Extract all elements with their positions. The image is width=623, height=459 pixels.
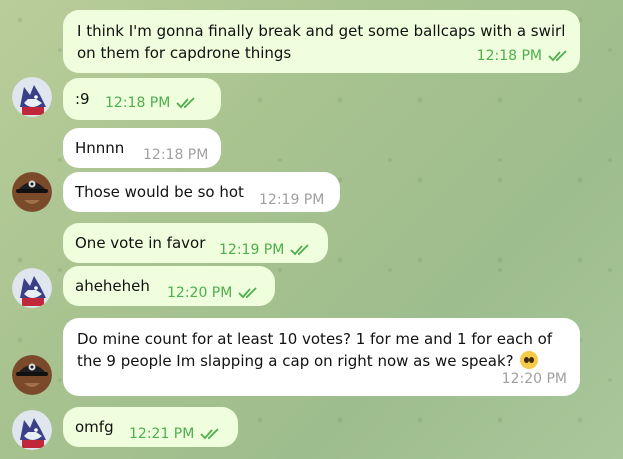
message-text: Those would be so hot — [75, 183, 244, 201]
double-check-icon — [200, 428, 219, 440]
wolf-avatar[interactable] — [12, 410, 52, 450]
message-text: :9 — [75, 90, 90, 108]
double-check-icon — [290, 244, 309, 256]
message-meta: 12:18 PM — [105, 92, 196, 114]
message-body: Do mine count for at least 10 votes? 1 f… — [77, 328, 566, 372]
pleading-face-icon — [520, 351, 539, 369]
message-bubble[interactable]: Those would be so hot 12:19 PM — [63, 172, 340, 212]
message-meta: 12:20 PM — [167, 282, 258, 304]
double-check-icon — [176, 97, 195, 109]
message-time: 12:20 PM — [501, 371, 567, 387]
message-text: Hnnnn — [75, 139, 125, 157]
message-text: aheheheh — [75, 277, 150, 295]
double-check-icon — [548, 50, 567, 62]
cap-avatar[interactable] — [12, 172, 52, 212]
message-time: 12:19 PM — [259, 192, 325, 208]
message-bubble[interactable]: :9 12:18 PM — [63, 78, 221, 120]
double-check-icon — [238, 287, 257, 299]
message-time: 12:19 PM — [219, 242, 285, 258]
message-bubble[interactable]: omfg 12:21 PM — [63, 407, 238, 447]
message-time: 12:18 PM — [476, 48, 542, 64]
message-bubble[interactable]: I think I'm gonna finally break and get … — [63, 10, 580, 73]
message-time: 12:18 PM — [143, 147, 209, 163]
message-bubble[interactable]: Hnnnn 12:18 PM — [63, 128, 221, 168]
message-meta: 12:19 PM — [259, 189, 324, 211]
message-meta: 12:19 PM — [219, 239, 310, 261]
message-meta: 12:18 PM — [477, 45, 568, 67]
message-bubble[interactable]: Do mine count for at least 10 votes? 1 f… — [63, 318, 580, 396]
message-time: 12:21 PM — [129, 426, 195, 442]
cap-avatar[interactable] — [12, 355, 52, 395]
message-meta: 12:21 PM — [129, 423, 220, 445]
message-bubble[interactable]: One vote in favor 12:19 PM — [63, 223, 328, 263]
message-text: omfg — [75, 418, 114, 436]
message-meta: 12:18 PM — [143, 144, 208, 166]
wolf-avatar[interactable] — [12, 268, 52, 308]
message-text: One vote in favor — [75, 234, 206, 252]
message-time: 12:20 PM — [167, 285, 233, 301]
message-bubble[interactable]: aheheheh 12:20 PM — [63, 266, 275, 306]
message-meta: 12:20 PM — [502, 368, 567, 390]
message-text: Do mine count for at least 10 votes? 1 f… — [77, 330, 553, 370]
wolf-avatar[interactable] — [12, 77, 52, 117]
message-time: 12:18 PM — [105, 95, 171, 111]
